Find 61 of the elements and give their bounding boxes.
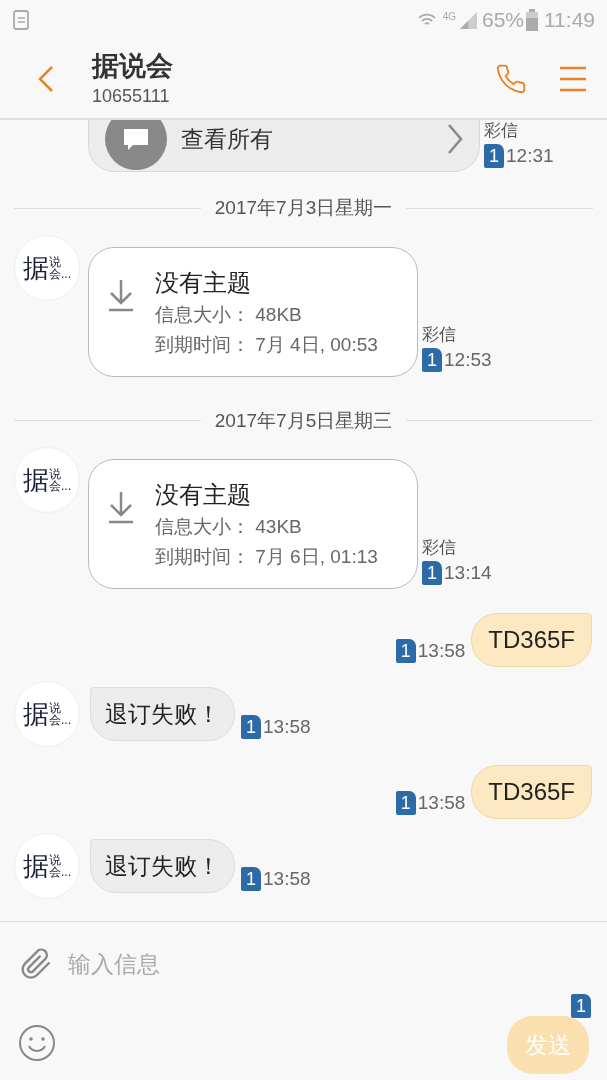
avatar-logo-main: 据 — [23, 853, 49, 879]
incoming-message[interactable]: 退订失败！ — [90, 839, 235, 893]
mms-bubble[interactable]: 没有主题 信息大小： 48KB 到期时间： 7月 4日, 00:53 — [88, 246, 418, 377]
download-icon — [107, 490, 135, 524]
phone-icon — [495, 63, 527, 95]
message-time: 13:58 — [263, 866, 311, 891]
chevron-right-icon — [447, 123, 463, 155]
view-all-button[interactable]: 查看所有 — [88, 120, 480, 172]
avatar-logo-main: 据 — [23, 254, 49, 281]
mms-expiry: 到期时间： 7月 4日, 00:53 — [155, 332, 378, 357]
network-type: 4G — [442, 9, 456, 24]
document-icon — [12, 9, 32, 31]
avatar-logo-bottom: 会... — [49, 480, 71, 492]
sim-badge: 1 — [241, 866, 261, 891]
contact-name: 据说会 — [92, 50, 174, 83]
avatar-logo-bottom: 会... — [49, 267, 71, 280]
message-time: 12:53 — [444, 348, 492, 372]
avatar-logo-top: 说 — [49, 854, 62, 866]
message-type: 彩信 — [422, 536, 456, 559]
sim-badge: 1 — [422, 348, 442, 373]
back-icon — [38, 65, 54, 93]
avatar-logo-main: 据 — [23, 467, 49, 493]
mms-size: 信息大小： 48KB — [155, 302, 303, 327]
mms-subject: 没有主题 — [155, 267, 252, 298]
sim-badge: 1 — [395, 790, 416, 815]
emoji-icon — [18, 1024, 56, 1062]
avatar-logo-top: 说 — [49, 468, 62, 480]
sim-badge: 1 — [241, 714, 261, 739]
message-time: 13:58 — [263, 714, 311, 739]
outgoing-message[interactable]: TD365F — [471, 613, 592, 667]
sim-badge: 1 — [484, 143, 504, 168]
mms-expiry: 到期时间： 7月 6日, 01:13 — [155, 545, 378, 569]
mms-bubble[interactable]: 没有主题 信息大小： 43KB 到期时间： 7月 6日, 01:13 — [88, 459, 418, 589]
message-time: 13:14 — [444, 560, 492, 585]
battery-icon — [526, 9, 538, 31]
date-divider: 2017年7月5日星期三 — [213, 408, 394, 433]
message-time: 12:31 — [506, 143, 554, 168]
date-divider: 2017年7月3日星期一 — [213, 196, 394, 220]
avatar-logo-main: 据 — [23, 701, 49, 727]
chat-bubble-icon — [105, 120, 167, 170]
sim-badge: 1 — [395, 638, 416, 663]
avatar-logo-bottom: 会... — [49, 714, 71, 726]
avatar-logo-top: 说 — [49, 255, 62, 268]
sim-badge: 1 — [571, 994, 591, 1018]
message-time: 13:58 — [417, 638, 466, 663]
avatar-logo-top: 说 — [49, 702, 62, 714]
message-time: 13:58 — [417, 790, 466, 815]
message-type: 彩信 — [422, 324, 456, 346]
clock: 11:49 — [544, 7, 595, 34]
outgoing-message[interactable]: TD365F — [471, 765, 592, 819]
incoming-message[interactable]: 退订失败！ — [90, 687, 235, 741]
battery-level: 65% — [481, 7, 524, 34]
sim-badge: 1 — [422, 560, 442, 585]
menu-icon — [560, 66, 586, 92]
avatar-logo-bottom: 会... — [49, 866, 71, 878]
download-icon — [107, 277, 135, 312]
mms-size: 信息大小： 43KB — [155, 515, 303, 539]
message-input[interactable]: 输入信息 — [68, 946, 589, 982]
message-type: 彩信 — [484, 120, 518, 142]
contact-number: 10655111 — [92, 85, 171, 108]
mms-subject: 没有主题 — [155, 480, 252, 510]
